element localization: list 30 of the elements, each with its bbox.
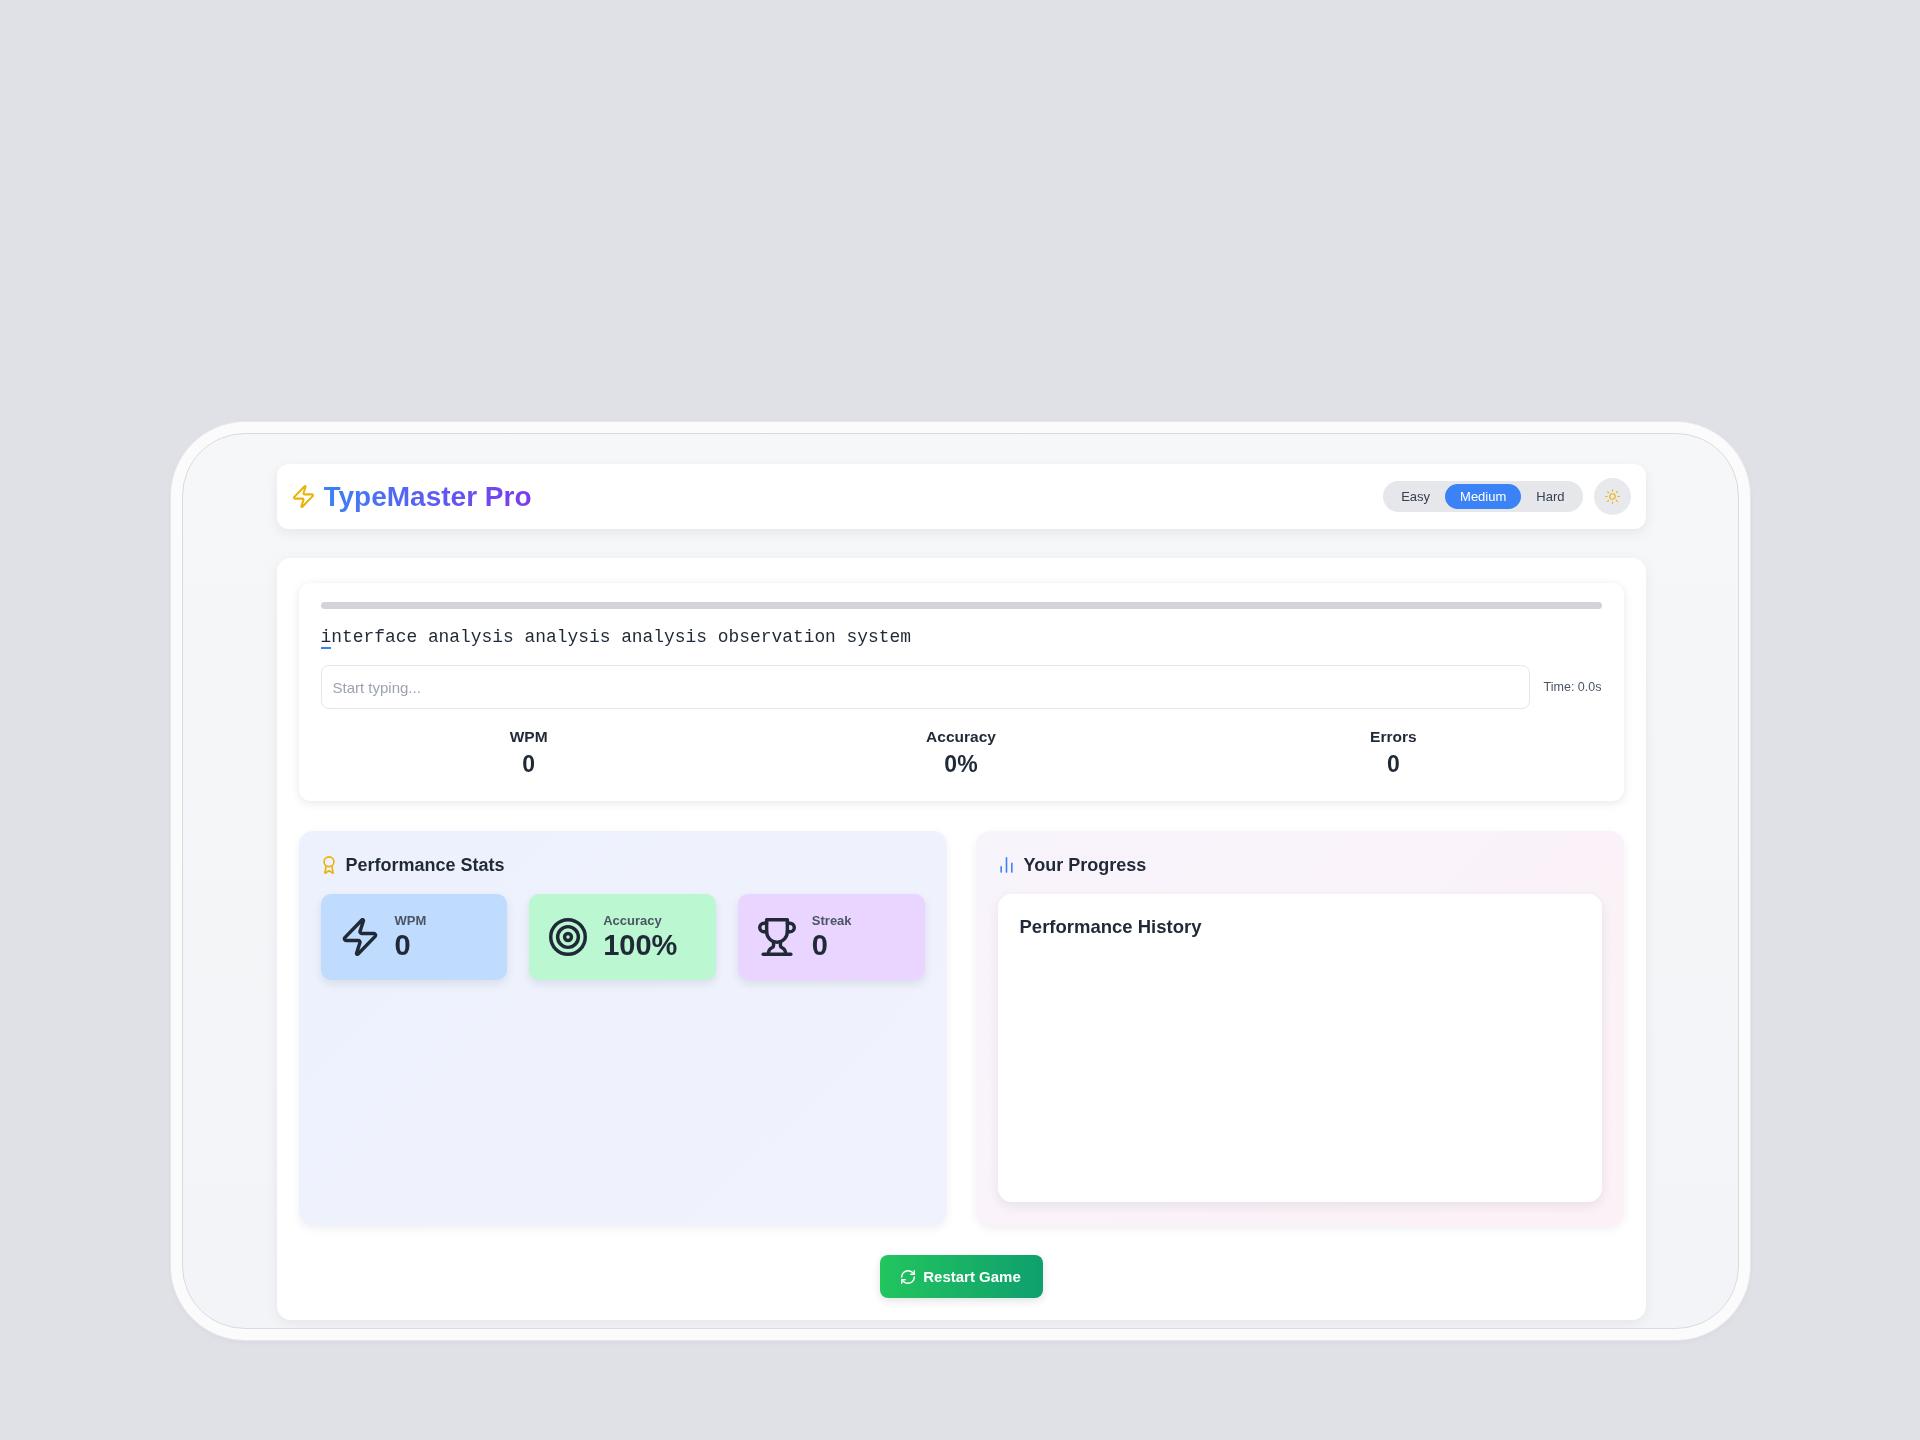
difficulty-option[interactable]: Medium [1445, 484, 1522, 509]
stat-value: 100% [603, 930, 678, 961]
stat-label: Streak [811, 913, 852, 929]
timer-text: Time: 0.0s [1543, 680, 1602, 694]
award-ribbon-icon [322, 856, 335, 874]
refresh-icon [901, 1269, 916, 1284]
panel-title: Your Progress [1023, 854, 1147, 876]
theme-toggle-button[interactable] [1593, 478, 1631, 515]
stat-value: 0 [1386, 751, 1400, 777]
lightning-bolt-icon [340, 918, 379, 956]
lightning-bolt-icon [292, 485, 314, 508]
stat-label: Accuracy [926, 728, 996, 746]
bar-chart-icon [999, 857, 1013, 873]
difficulty-option[interactable]: Easy [1386, 484, 1446, 509]
stat-label: WPM [394, 913, 427, 929]
stat-label: WPM [509, 728, 548, 746]
trophy-icon [757, 918, 796, 956]
stat-value: 0 [394, 930, 412, 961]
target-icon [549, 918, 588, 956]
difficulty-option[interactable]: Hard [1521, 484, 1580, 509]
stat-label: Errors [1370, 728, 1417, 746]
stat-value: 0% [944, 751, 978, 777]
sun-icon [1604, 489, 1620, 504]
typing-input-field[interactable]: Start typing... [320, 665, 1530, 709]
stat-value: 0 [522, 751, 536, 777]
passage-text: interface analysis analysis analysis observation system [320, 626, 912, 649]
stat-value: 0 [811, 930, 829, 961]
panel-title: Performance Stats [345, 854, 505, 876]
stat-label: Accuracy [603, 913, 663, 929]
chart-title: Performance History [1019, 916, 1203, 938]
